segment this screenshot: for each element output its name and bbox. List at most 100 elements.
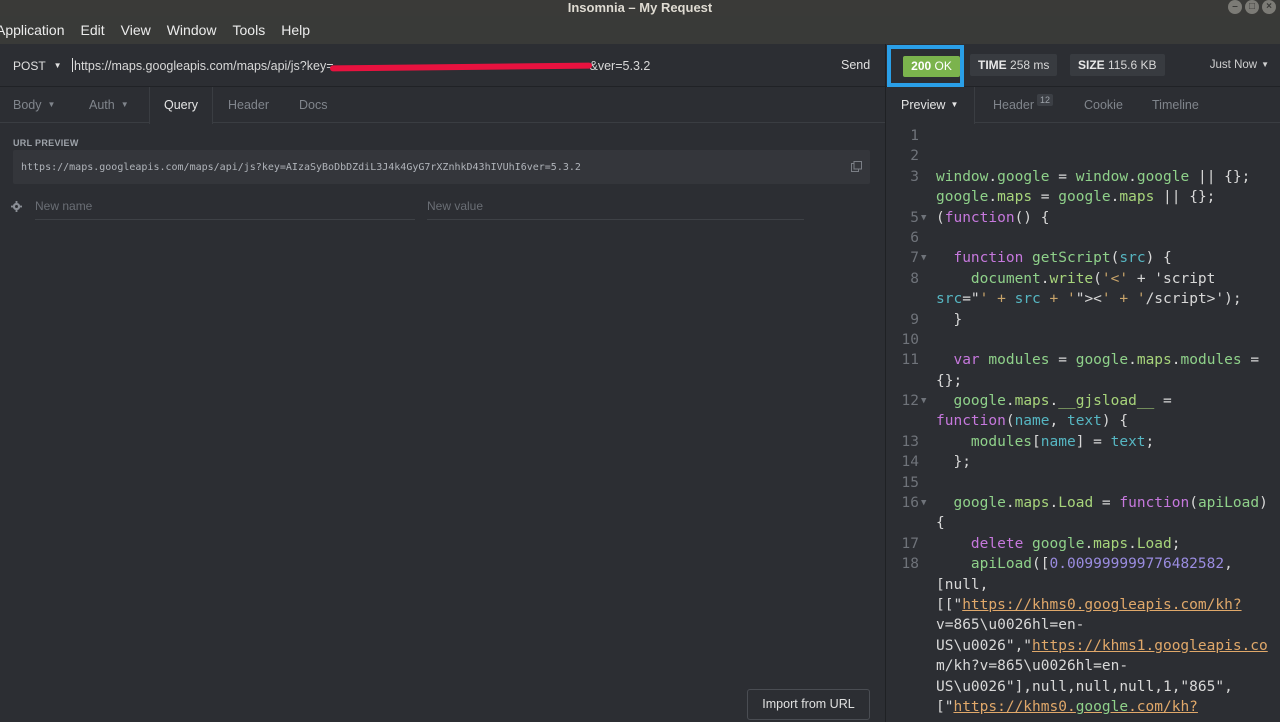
code-text: google.maps.Load = function(apiLoad) xyxy=(953,495,1268,512)
code-line: [null, xyxy=(886,575,1280,595)
code-line: US\u0026","https://khms1.googleapis.co xyxy=(886,636,1280,656)
copy-icon[interactable] xyxy=(851,161,862,172)
code-line: 13 modules[name] = text; xyxy=(886,432,1280,452)
param-name-input[interactable]: New name xyxy=(35,192,415,220)
tab-preview-label: Preview xyxy=(901,98,946,112)
send-button[interactable]: Send xyxy=(841,58,870,72)
code-line: {}; xyxy=(886,371,1280,391)
tab-query[interactable]: Query xyxy=(149,87,214,124)
code-text: var modules = google.maps.modules = xyxy=(953,352,1260,369)
code-text: document.write('<' + 'script xyxy=(970,270,1216,287)
menu-tools[interactable]: Tools xyxy=(225,16,274,44)
menu-window[interactable]: Window xyxy=(159,16,225,44)
line-number: 3 xyxy=(910,168,919,185)
code-text: modules[name] = text; xyxy=(970,433,1155,450)
tab-header[interactable]: Header xyxy=(228,87,269,123)
code-text: [["https://khms0.googleapis.com/kh? xyxy=(936,596,1242,613)
chevron-down-icon: ▼ xyxy=(53,61,62,70)
code-text: US\u0026"],null,null,null,1,"865", xyxy=(936,678,1233,695)
history-dropdown[interactable]: Just Now ▼ xyxy=(1210,59,1269,71)
code-line: 18 apiLoad([0.009999999776482582, xyxy=(886,554,1280,574)
tab-auth-label: Auth xyxy=(89,98,115,112)
url-prefix: https://maps.googleapis.com/maps/api/js?… xyxy=(74,59,334,73)
close-icon[interactable]: × xyxy=(1262,0,1276,14)
tab-preview[interactable]: Preview ▼ xyxy=(886,87,976,124)
line-number: 11 xyxy=(901,352,919,369)
title-bar: Insomnia – My Request – □ × xyxy=(0,0,1280,16)
tab-body-label: Body xyxy=(13,98,42,112)
menu-view[interactable]: View xyxy=(113,16,159,44)
code-line: src="' + src + '"><' + '/script>'); xyxy=(886,289,1280,309)
line-number: 18 xyxy=(901,556,919,573)
code-text: google.maps = google.maps || {}; xyxy=(936,189,1216,206)
menu-help[interactable]: Help xyxy=(273,16,318,44)
line-number: 17 xyxy=(901,535,919,552)
code-text: v=865\u0026hl=en- xyxy=(936,617,1085,634)
line-number: 7 xyxy=(910,250,919,267)
chevron-down-icon: ▼ xyxy=(1261,60,1269,69)
code-line: 12 ▼ google.maps.__gjsload__ = xyxy=(886,391,1280,411)
code-line: 11 var modules = google.maps.modules = xyxy=(886,350,1280,370)
window-controls: – □ × xyxy=(1228,0,1276,14)
time-value: 258 ms xyxy=(1010,58,1050,72)
code-line: 2 xyxy=(886,146,1280,166)
size-badge: SIZE 115.6 KB xyxy=(1070,54,1165,76)
request-pane: POST ▼ https://maps.googleapis.com/maps/a… xyxy=(0,44,885,722)
response-code-viewer[interactable]: 1 2 3 window.google = window.google || {}; g… xyxy=(886,126,1280,722)
menu-application[interactable]: Application xyxy=(0,16,73,44)
tab-body[interactable]: Body ▼ xyxy=(13,87,55,123)
code-line: 8 document.write('<' + 'script xyxy=(886,269,1280,289)
method-label: POST xyxy=(13,59,46,73)
menu-edit[interactable]: Edit xyxy=(73,16,113,44)
time-label: TIME xyxy=(978,58,1007,72)
status-badge: 200 OK xyxy=(903,56,960,77)
size-label: SIZE xyxy=(1078,58,1105,72)
url-preview-value: https://maps.googleapis.com/maps/api/js?… xyxy=(21,162,581,173)
code-line: 15 xyxy=(886,473,1280,493)
param-value-input[interactable]: New value xyxy=(427,192,804,220)
code-line: 14 }; xyxy=(886,452,1280,472)
line-number: 6 xyxy=(910,229,919,246)
line-number: 10 xyxy=(901,331,919,348)
code-text: [null, xyxy=(936,576,989,593)
code-text: google.maps.__gjsload__ = xyxy=(953,393,1172,410)
chevron-down-icon: ▼ xyxy=(120,100,129,109)
time-badge: TIME 258 ms xyxy=(970,54,1058,76)
header-count-badge: 12 xyxy=(1037,94,1054,106)
code-text: {}; xyxy=(936,372,963,389)
fold-arrow-icon[interactable]: ▼ xyxy=(921,208,926,228)
code-line: 16 ▼ google.maps.Load = function(apiLoad) xyxy=(886,493,1280,513)
line-number: 14 xyxy=(901,454,919,471)
line-number: 9 xyxy=(910,311,919,328)
history-label: Just Now xyxy=(1209,59,1258,71)
code-line: 10 xyxy=(886,330,1280,350)
line-number: 1 xyxy=(910,128,919,144)
code-line: 6 xyxy=(886,228,1280,248)
tab-timeline[interactable]: Timeline xyxy=(1152,87,1199,123)
tab-docs[interactable]: Docs xyxy=(299,87,327,123)
minimize-icon[interactable]: – xyxy=(1228,0,1242,14)
method-dropdown[interactable]: POST ▼ xyxy=(13,59,62,73)
insomnia-app: Insomnia – My Request – □ × Application … xyxy=(0,0,1280,722)
response-pane: 200 OK TIME 258 ms SIZE 115.6 KB Just No… xyxy=(885,44,1280,722)
code-line: 3 window.google = window.google || {}; xyxy=(886,167,1280,187)
code-text: US\u0026","https://khms1.googleapis.co xyxy=(936,637,1268,654)
tab-cookie[interactable]: Cookie xyxy=(1084,87,1123,123)
gear-icon[interactable] xyxy=(11,201,22,212)
fold-arrow-icon[interactable]: ▼ xyxy=(921,493,926,513)
line-number: 13 xyxy=(901,433,919,450)
fold-arrow-icon[interactable]: ▼ xyxy=(921,248,926,268)
code-line: 7 ▼ function getScript(src) { xyxy=(886,248,1280,268)
line-number: 8 xyxy=(910,270,919,287)
maximize-icon[interactable]: □ xyxy=(1245,0,1259,14)
fold-arrow-icon[interactable]: ▼ xyxy=(921,391,926,411)
code-line: US\u0026"],null,null,null,1,"865", xyxy=(886,677,1280,697)
code-line: 9 } xyxy=(886,310,1280,330)
request-tabs: Body ▼ Auth ▼ Query Header Docs xyxy=(0,87,885,124)
code-text: function getScript(src) { xyxy=(953,250,1172,267)
status-code: 200 xyxy=(911,59,932,73)
tab-response-header[interactable]: Header 12 xyxy=(993,87,1054,123)
tab-auth[interactable]: Auth ▼ xyxy=(89,87,129,123)
url-bar: POST ▼ https://maps.googleapis.com/maps/a… xyxy=(0,44,885,87)
import-from-url-button[interactable]: Import from URL xyxy=(747,689,870,720)
